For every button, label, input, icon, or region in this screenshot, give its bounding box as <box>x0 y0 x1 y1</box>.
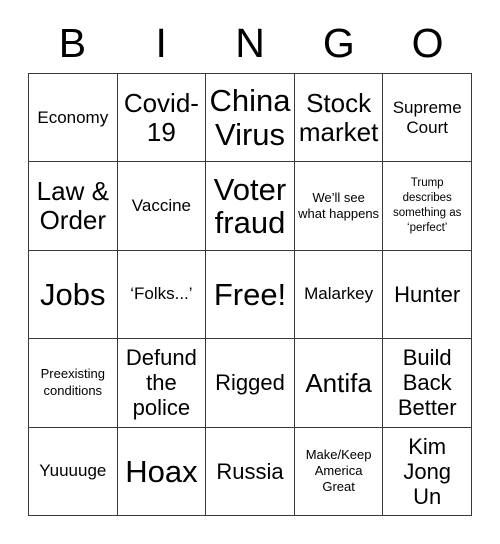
bingo-cell-label: Kim Jong Un <box>403 433 452 509</box>
bingo-cell-label: Yuuuuge <box>39 461 107 481</box>
bingo-header-letter-o: O <box>411 20 444 66</box>
bingo-cell-label: Hoax <box>125 453 198 489</box>
bingo-cell-label: Jobs <box>40 276 106 312</box>
bingo-cell[interactable]: Trump describes something as ‘perfect’ <box>383 162 472 251</box>
bingo-cell-label: ‘Folks...’ <box>130 284 193 304</box>
bingo-cell-label: Rigged <box>215 370 285 396</box>
bingo-cell[interactable]: Malarkey <box>294 250 384 340</box>
bingo-cell-label: Make/Keep America Great <box>305 446 372 495</box>
bingo-cell[interactable]: Yuuuuge <box>29 427 118 516</box>
bingo-cell-label: Law & Order <box>36 176 109 236</box>
bingo-cell-label: We’ll see what happens <box>298 189 380 222</box>
bingo-cell[interactable]: Rigged <box>206 339 295 428</box>
bingo-cell[interactable]: Vaccine <box>117 162 207 251</box>
bingo-cell[interactable]: Antifa <box>294 339 384 428</box>
bingo-cell[interactable]: Law & Order <box>29 162 118 251</box>
bingo-cell-label: Antifa <box>305 367 372 398</box>
bingo-header-letter-n: N <box>235 20 265 66</box>
bingo-cell-label: Defund the police <box>125 345 197 421</box>
bingo-cell-label: Malarkey <box>304 284 374 304</box>
bingo-cell[interactable]: China Virus <box>206 74 295 163</box>
bingo-cell[interactable]: Preexisting conditions <box>29 339 118 428</box>
bingo-header-letter-g: G <box>322 20 355 66</box>
bingo-cell-label: Covid-19 <box>123 88 199 147</box>
bingo-cell[interactable]: Supreme Court <box>383 74 472 163</box>
bingo-cell[interactable]: Voter fraud <box>206 162 295 251</box>
bingo-cell[interactable]: Defund the police <box>117 339 207 428</box>
bingo-cell-label: Trump describes something as ‘perfect’ <box>392 177 462 235</box>
bingo-cell[interactable]: Hoax <box>117 427 207 516</box>
bingo-cell[interactable]: Stock market <box>294 74 384 163</box>
bingo-card: B I N G O Economy Covid-19 China Virus Stock ma… <box>28 14 472 516</box>
bingo-cell-label: Build Back Better <box>397 345 457 421</box>
bingo-cell-label: Voter fraud <box>213 171 287 241</box>
bingo-cell-label: Russia <box>216 458 284 484</box>
bingo-cell-label: China Virus <box>209 83 291 152</box>
bingo-cell-label: Supreme Court <box>392 97 462 137</box>
bingo-cell[interactable]: Russia <box>206 427 295 516</box>
bingo-cell[interactable]: ‘Folks...’ <box>117 250 207 340</box>
bingo-cell[interactable]: We’ll see what happens <box>294 162 384 251</box>
bingo-header-letter-b: B <box>58 20 87 66</box>
bingo-cell[interactable]: Make/Keep America Great <box>294 427 384 516</box>
bingo-cell-label: Free! <box>213 276 287 312</box>
bingo-cell[interactable]: Kim Jong Un <box>383 427 472 516</box>
bingo-cell-label: Hunter <box>394 281 461 307</box>
bingo-cell[interactable]: Economy <box>29 74 118 163</box>
bingo-cell[interactable]: Jobs <box>29 250 118 340</box>
bingo-cell[interactable]: Free! <box>206 250 295 340</box>
bingo-cell-label: Stock market <box>298 88 379 147</box>
bingo-header: BINGO <box>28 14 472 73</box>
bingo-cell[interactable]: Build Back Better <box>383 339 472 428</box>
bingo-cell-label: Vaccine <box>131 196 191 216</box>
bingo-header-letter-i: I <box>155 20 167 66</box>
bingo-cell-label: Preexisting conditions <box>40 366 105 398</box>
bingo-cell-label: Economy <box>37 107 109 127</box>
bingo-cell[interactable]: Hunter <box>383 250 472 340</box>
bingo-cell[interactable]: Covid-19 <box>117 74 207 163</box>
bingo-grid: Economy Covid-19 China Virus Stock market Su… <box>28 73 472 516</box>
